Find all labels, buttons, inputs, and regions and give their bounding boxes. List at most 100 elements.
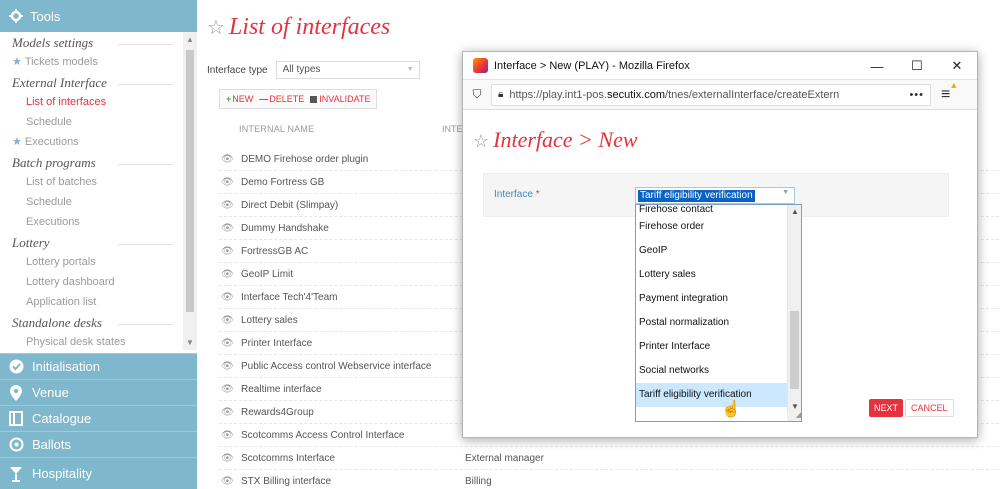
option-item[interactable]: Tariff eligibility verification — [636, 383, 801, 407]
interface-type-select[interactable]: All types — [275, 61, 420, 79]
eye-icon[interactable]: 👁︎ — [221, 269, 241, 280]
glass-icon — [8, 466, 24, 482]
sidebar-item-application-list[interactable]: Application list — [0, 292, 197, 312]
page-actions-icon[interactable]: ••• — [903, 89, 930, 101]
option-item[interactable]: Social networks — [636, 359, 801, 383]
options-scrollbar[interactable]: ▲ ▼ — [787, 205, 801, 413]
category-label: Venue — [32, 385, 69, 400]
table-row[interactable]: 👁︎ STX Billing interface Billing — [219, 470, 999, 489]
chevron-down-icon: ▼ — [782, 189, 789, 196]
eye-icon[interactable]: 👁︎ — [221, 315, 241, 326]
maximize-icon[interactable]: ☐ — [897, 52, 937, 80]
sidebar-item-schedule[interactable]: Schedule — [0, 112, 197, 132]
sidebar-category-catalogue[interactable]: Catalogue — [0, 405, 197, 431]
hand-cursor-icon: ☝ — [721, 401, 741, 418]
option-item[interactable]: Firehose order — [636, 215, 801, 239]
resize-grip-icon[interactable]: ◢ — [787, 411, 801, 421]
popup-page-title: ☆ Interface > New — [473, 127, 638, 153]
row-internal-name: Realtime interface — [241, 383, 322, 395]
eye-icon[interactable]: 👁︎ — [221, 200, 241, 211]
cancel-button[interactable]: CANCEL — [905, 399, 954, 417]
eye-icon[interactable]: 👁︎ — [221, 246, 241, 257]
category-label: Ballots — [32, 437, 72, 452]
eye-icon[interactable]: 👁︎ — [221, 223, 241, 234]
sidebar-category-venue[interactable]: Venue — [0, 379, 197, 405]
scroll-up-icon[interactable]: ▲ — [186, 35, 194, 44]
interface-type-filter: Interface type All types — [207, 61, 420, 79]
options-scrollbar-thumb[interactable] — [790, 311, 799, 389]
minus-icon: — — [259, 94, 269, 104]
map-pin-icon — [8, 384, 24, 401]
delete-button[interactable]: — DELETE — [256, 94, 307, 104]
eye-icon[interactable]: 👁︎ — [221, 476, 241, 487]
row-internal-name: Scotcomms Access Control Interface — [241, 429, 405, 441]
required-marker: * — [535, 189, 540, 200]
sidebar-section-batch-programs: Batch programs — [0, 152, 197, 172]
option-item[interactable]: Postal normalization — [636, 311, 801, 335]
lock-icon[interactable]: 🔒︎ — [498, 89, 503, 100]
row-internal-name: Scotcomms Interface — [241, 452, 335, 464]
interface-options-list: Firehose contact Firehose order GeoIP Lotte… — [635, 204, 802, 422]
sidebar-scrollbar[interactable]: ▲ ▼ — [183, 32, 197, 350]
option-item[interactable]: Payment integration — [636, 287, 801, 311]
eye-icon[interactable]: 👁︎ — [221, 384, 241, 395]
url-bar: ⛉ 🔒︎ https://play.int1-pos. secutix.com/t… — [463, 80, 977, 110]
close-icon[interactable]: ✕ — [937, 52, 977, 80]
option-item[interactable]: Lottery sales — [636, 263, 801, 287]
table-row[interactable]: 👁︎ Scotcomms Interface External manager — [219, 447, 999, 470]
eye-icon[interactable]: 👁︎ — [221, 407, 241, 418]
url-path: /tnes/externalInterface/createExtern — [665, 88, 840, 101]
favorite-star-icon[interactable]: ☆ — [207, 17, 225, 39]
invalidate-button[interactable]: INVALIDATE — [307, 94, 373, 104]
sidebar-category-ballots[interactable]: Ballots — [0, 431, 197, 457]
shield-icon[interactable]: ⛉ — [469, 87, 485, 102]
sidebar-item-tickets-models[interactable]: ★ Tickets models — [0, 52, 197, 72]
eye-icon[interactable]: 👁︎ — [221, 154, 241, 165]
window-titlebar[interactable]: Interface > New (PLAY) - Mozilla Firefox… — [463, 52, 977, 80]
scroll-up-icon[interactable]: ▲ — [791, 207, 799, 216]
sidebar-item-lottery-portals[interactable]: Lottery portals — [0, 252, 197, 272]
sidebar-item-batch-schedule[interactable]: Schedule — [0, 192, 197, 212]
sidebar-category-hospitality[interactable]: Hospitality — [0, 457, 197, 489]
hamburger-menu-icon[interactable]: ≡ ▲ — [941, 80, 958, 104]
sidebar-item-batch-executions[interactable]: Executions — [0, 212, 197, 232]
category-label: Catalogue — [32, 411, 92, 426]
row-internal-name: FortressGB AC — [241, 245, 309, 257]
eye-icon[interactable]: 👁︎ — [221, 177, 241, 188]
sidebar-scrollbar-thumb[interactable] — [186, 50, 194, 312]
favorite-star-icon[interactable]: ☆ — [473, 131, 489, 151]
sidebar-item-lottery-dashboard[interactable]: Lottery dashboard — [0, 272, 197, 292]
window-title: Interface > New (PLAY) - Mozilla Firefox — [494, 59, 690, 72]
minimize-icon[interactable]: — — [857, 52, 897, 80]
eye-icon[interactable]: 👁︎ — [221, 292, 241, 303]
column-header-type[interactable]: INTE — [442, 124, 463, 134]
stop-icon — [310, 95, 318, 103]
new-button[interactable]: + NEW — [223, 94, 256, 104]
sidebar-category-initialisation[interactable]: Initialisation — [0, 353, 197, 379]
page-title: ☆ List of interfaces — [207, 14, 390, 41]
option-item[interactable]: GeoIP — [636, 239, 801, 263]
column-header-internal-name[interactable]: INTERNAL NAME — [239, 124, 314, 134]
interface-label-text: Interface — [494, 189, 533, 200]
next-button[interactable]: NEXT — [869, 399, 904, 417]
eye-icon[interactable]: 👁︎ — [221, 338, 241, 349]
sidebar-item-list-of-interfaces[interactable]: List of interfaces — [0, 92, 197, 112]
sidebar-item-executions[interactable]: ★ Executions — [0, 132, 197, 152]
url-input[interactable]: 🔒︎ https://play.int1-pos. secutix.com/tne… — [491, 83, 931, 106]
scroll-down-icon[interactable]: ▼ — [791, 402, 799, 411]
interface-select[interactable]: Tariff eligibility verification ▼ — [635, 187, 795, 204]
sidebar-section-external-interface: External Interface — [0, 72, 197, 92]
delete-button-label: DELETE — [269, 94, 305, 104]
sidebar-header-tools[interactable]: Tools — [0, 0, 197, 32]
row-internal-name: STX Billing interface — [241, 475, 332, 487]
option-item[interactable]: Printer Interface — [636, 335, 801, 359]
sidebar-item-list-of-batches[interactable]: List of batches — [0, 172, 197, 192]
sidebar-section-models-settings: Models settings — [0, 32, 197, 52]
option-item[interactable]: Firehose contact — [636, 205, 801, 215]
row-internal-name: Demo Fortress GB — [241, 176, 325, 188]
eye-icon[interactable]: 👁︎ — [221, 361, 241, 372]
eye-icon[interactable]: 👁︎ — [221, 453, 241, 464]
sidebar-item-physical-desk-states[interactable]: Physical desk states — [0, 332, 197, 350]
eye-icon[interactable]: 👁︎ — [221, 430, 241, 441]
scroll-down-icon[interactable]: ▼ — [186, 338, 194, 347]
